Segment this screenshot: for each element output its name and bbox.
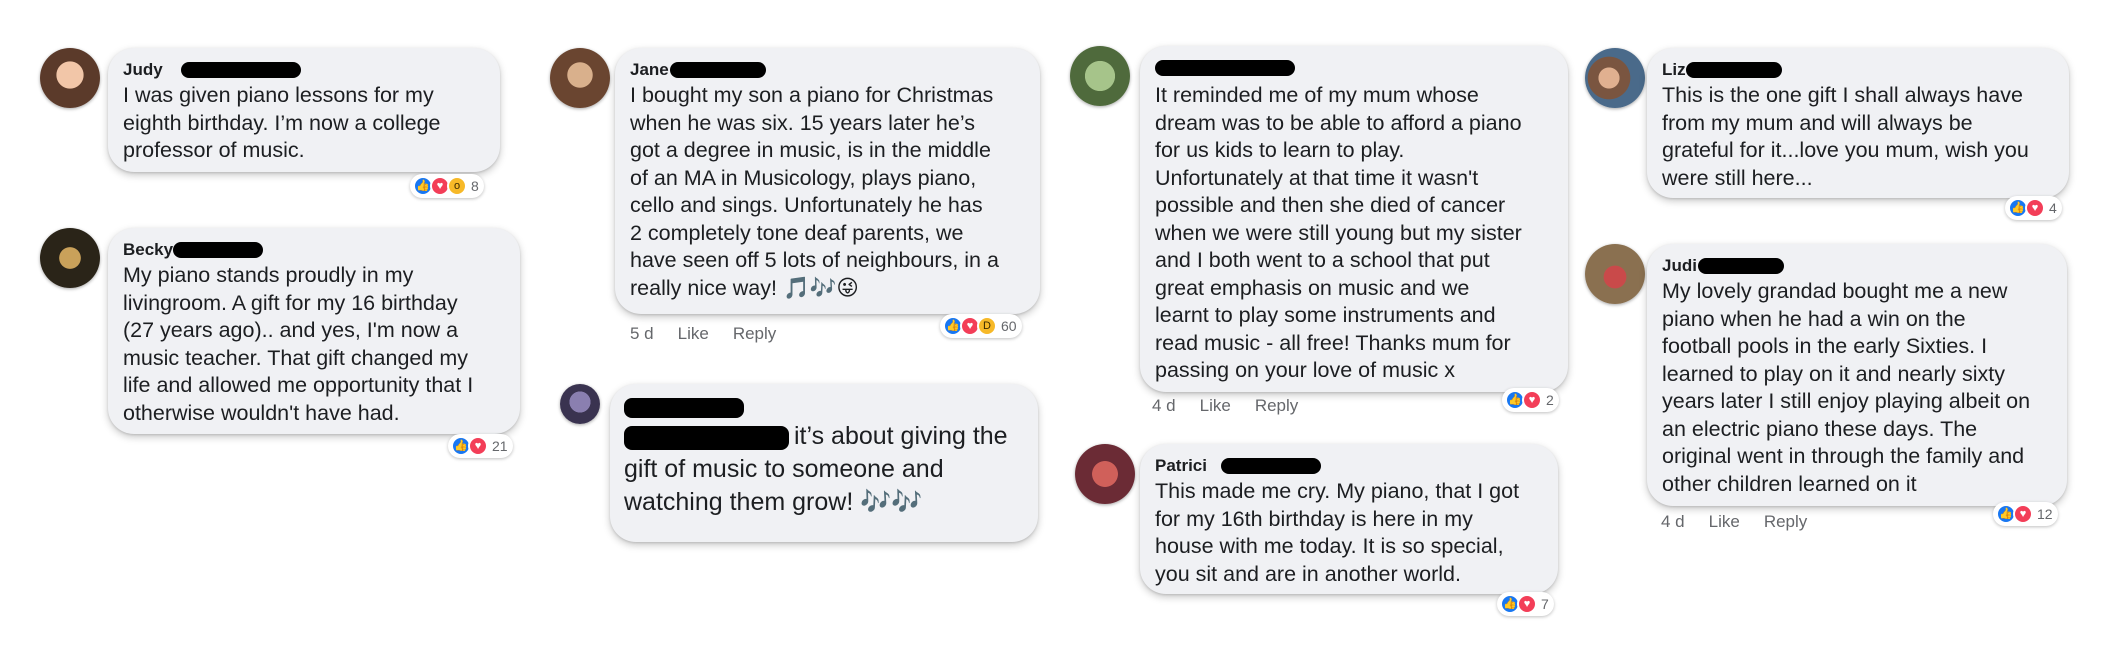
redaction-bar (173, 242, 263, 258)
commenter-name[interactable] (624, 396, 1024, 418)
comment-actions: 4 d Like Reply (1661, 512, 1831, 532)
heart-icon: ♥ (2013, 504, 2033, 524)
redaction-bar (1155, 60, 1295, 76)
redaction-bar (670, 62, 766, 78)
like-link[interactable]: Like (678, 324, 709, 343)
reply-link[interactable]: Reply (733, 324, 776, 343)
avatar[interactable] (40, 48, 100, 108)
heart-icon: ♥ (1522, 390, 1542, 410)
redaction-bar (1686, 62, 1782, 78)
timestamp[interactable]: 4 d (1152, 396, 1176, 415)
avatar[interactable] (1075, 444, 1135, 504)
reply-link[interactable]: Reply (1255, 396, 1298, 415)
avatar[interactable] (1585, 244, 1645, 304)
avatar[interactable] (550, 48, 610, 108)
comment-actions: 5 d Like Reply (630, 324, 800, 344)
reaction-count: 21 (492, 438, 508, 454)
comment-actions: 4 d Like Reply (1152, 396, 1322, 416)
comment-text: It reminded me of my mum whose dream was… (1155, 83, 1522, 382)
comment-bubble: Jane I bought my son a piano for Christm… (615, 48, 1040, 314)
commenter-name[interactable]: Becky (123, 240, 505, 260)
reaction-summary[interactable]: 👍 ♥ o 8 (410, 174, 484, 198)
redaction-bar (1221, 458, 1321, 474)
timestamp[interactable]: 4 d (1661, 512, 1685, 531)
avatar[interactable] (1070, 46, 1130, 106)
commenter-name[interactable]: Judi (1662, 256, 2052, 276)
reaction-summary[interactable]: 👍 ♥ 21 (448, 434, 513, 458)
like-link[interactable]: Like (1200, 396, 1231, 415)
reaction-count: 60 (1001, 318, 1017, 334)
comment-bubble: it’s about giving the gift of music to s… (610, 384, 1038, 542)
commenter-name[interactable]: Jane (630, 60, 1025, 80)
commenter-name[interactable]: Liz (1662, 60, 2054, 80)
heart-icon: ♥ (468, 436, 488, 456)
reaction-summary[interactable]: 👍 ♥ D 60 (940, 314, 1022, 338)
reply-link[interactable]: Reply (1764, 512, 1807, 531)
reaction-count: 12 (2037, 506, 2053, 522)
timestamp[interactable]: 5 d (630, 324, 654, 343)
commenter-name[interactable]: Judy (123, 60, 485, 80)
reaction-summary[interactable]: 👍 ♥ 12 (1993, 502, 2058, 526)
like-link[interactable]: Like (1709, 512, 1740, 531)
comment-text: My lovely grandad bought me a new piano … (1662, 279, 2031, 496)
reaction-summary[interactable]: 👍 ♥ 7 (1497, 592, 1554, 616)
commenter-name[interactable] (1155, 58, 1553, 80)
redaction-bar (181, 62, 301, 78)
comment-bubble: Judy I was given piano lessons for my ei… (108, 48, 500, 172)
comment-bubble: It reminded me of my mum whose dream was… (1140, 46, 1568, 392)
comment-text: This made me cry. My piano, that I got f… (1155, 479, 1520, 586)
redaction-bar (624, 426, 789, 450)
comment-text: This is the one gift I shall always have… (1662, 83, 2029, 190)
reaction-summary[interactable]: 👍 ♥ 4 (2005, 196, 2062, 220)
heart-icon: ♥ (1517, 594, 1537, 614)
commenter-name[interactable]: Patrici (1155, 456, 1543, 476)
avatar[interactable] (40, 228, 100, 288)
redaction-bar (624, 398, 744, 418)
wow-face-icon: o (447, 176, 467, 196)
avatar[interactable] (1585, 48, 1645, 108)
avatar[interactable] (560, 384, 600, 424)
reaction-count: 4 (2049, 200, 2057, 216)
reaction-summary[interactable]: 👍 ♥ 2 (1502, 388, 1559, 412)
reaction-count: 8 (471, 178, 479, 194)
reaction-count: 2 (1546, 392, 1554, 408)
comment-text: My piano stands proudly in my livingroom… (123, 263, 474, 425)
laughing-face-icon: D (977, 316, 997, 336)
comment-text: I bought my son a piano for Christmas wh… (630, 83, 999, 300)
redaction-bar (1698, 258, 1784, 274)
comment-bubble: Patrici This made me cry. My piano, that… (1140, 444, 1558, 594)
reaction-count: 7 (1541, 596, 1549, 612)
comment-bubble: Becky My piano stands proudly in my livi… (108, 228, 520, 434)
heart-icon: ♥ (2025, 198, 2045, 218)
comment-text: I was given piano lessons for my eighth … (123, 83, 441, 162)
comment-bubble: Liz This is the one gift I shall always … (1647, 48, 2069, 198)
comment-bubble: Judi My lovely grandad bought me a new p… (1647, 244, 2067, 506)
